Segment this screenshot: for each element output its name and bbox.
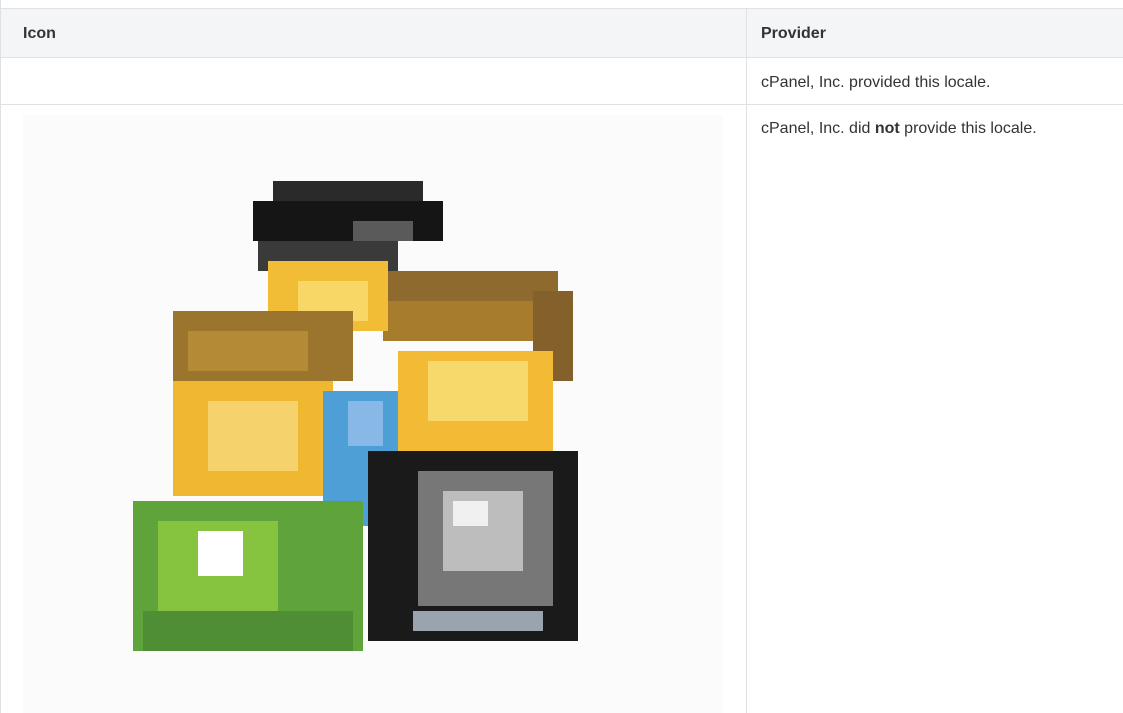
provider-emphasis: not [874,120,900,137]
table-header-row: Icon Provider [1,8,1123,58]
column-divider [746,8,747,713]
provider-column-header: Provider [761,25,826,42]
provider-text: cPanel, Inc. provided this locale. [761,74,991,91]
locale-languages-icon [23,115,723,713]
locale-provider-table: Icon Provider cPanel, Inc. provided this… [0,0,1123,713]
provider-text: cPanel, Inc. did not provide this locale… [761,119,1037,139]
table-row: cPanel, Inc. provided this locale. [1,58,1123,105]
icon-column-header: Icon [23,25,56,42]
provider-prefix: cPanel, Inc. did [761,120,875,137]
table-row: cPanel, Inc. did not provide this locale… [1,105,1123,713]
locale-icon-graphic [133,181,578,651]
provider-suffix: provide this locale. [899,120,1037,137]
